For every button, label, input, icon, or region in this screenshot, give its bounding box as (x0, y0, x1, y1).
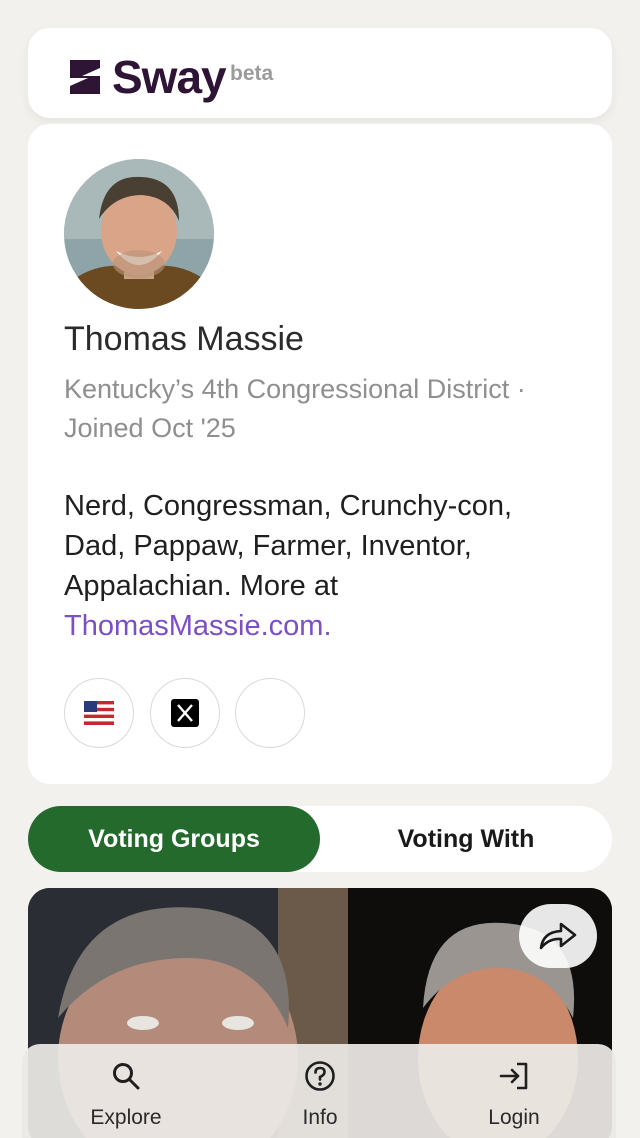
nav-info[interactable]: Info (260, 1044, 380, 1138)
tab-voting-with[interactable]: Voting With (320, 806, 612, 872)
x-profile-button[interactable] (150, 678, 220, 748)
bio-text: Nerd, Congressman, Crunchy-con, Dad, Pap… (64, 490, 513, 602)
profile-name: Thomas Massie (64, 320, 304, 358)
avatar (64, 159, 214, 309)
us-flag-button[interactable] (64, 678, 134, 748)
us-flag-icon (84, 701, 114, 725)
sway-logo-icon (70, 60, 100, 94)
profile-meta: Kentucky’s 4th Congressional District · … (64, 374, 526, 443)
beta-badge: beta (230, 62, 274, 85)
login-icon (499, 1062, 528, 1090)
nav-explore[interactable]: Explore (66, 1044, 186, 1138)
share-button[interactable] (519, 904, 597, 968)
empty-social-button[interactable] (235, 678, 305, 748)
nav-explore-label: Explore (90, 1106, 162, 1129)
sway-logo[interactable]: Sway (68, 50, 227, 104)
voting-tabs: Voting Groups Voting With (28, 806, 612, 872)
website-link[interactable]: ThomasMassie.com. (64, 610, 332, 642)
tab-voting-groups[interactable]: Voting Groups (28, 806, 320, 872)
profile-card: Thomas Massie Kentucky’s 4th Congression… (28, 124, 612, 784)
nav-login-label: Login (488, 1106, 540, 1129)
share-icon (539, 922, 577, 950)
help-circle-icon (305, 1061, 335, 1091)
brand-name: Sway (112, 51, 227, 103)
nav-login[interactable]: Login (454, 1044, 574, 1138)
search-icon (113, 1063, 140, 1090)
profile-bio: Nerd, Congressman, Crunchy-con, Dad, Pap… (64, 486, 574, 646)
x-logo-icon (171, 699, 199, 727)
nav-info-label: Info (302, 1106, 338, 1129)
app-header: Sway beta (28, 28, 612, 118)
bottom-nav: Explore Info Login (22, 1044, 616, 1138)
